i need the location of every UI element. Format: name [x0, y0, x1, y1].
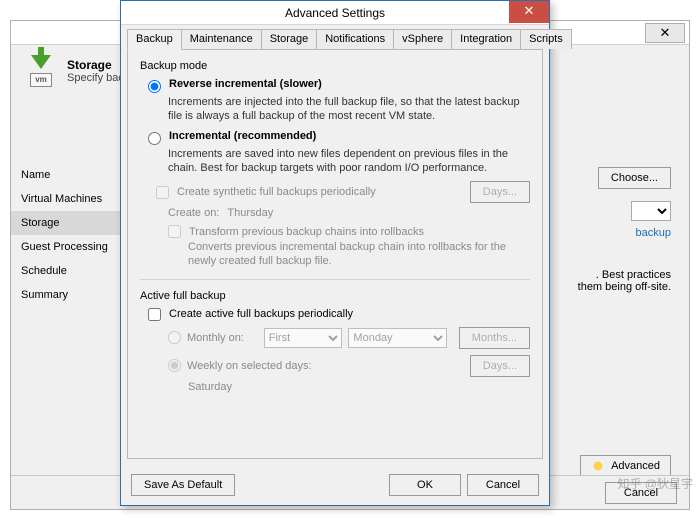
dialog-titlebar: Advanced Settings ✕ [121, 1, 549, 25]
weekly-days-button: Days... [470, 355, 530, 377]
group-backup-mode: Backup mode Reverse incremental (slower)… [140, 60, 530, 269]
transform-label: Transform previous backup chains into ro… [189, 226, 424, 238]
radio-incremental[interactable] [148, 132, 161, 145]
advanced-settings-dialog: Advanced Settings ✕ Backup Maintenance S… [120, 0, 550, 506]
save-as-default-button[interactable]: Save As Default [131, 474, 235, 496]
dialog-footer: Save As Default OK Cancel [121, 465, 549, 505]
tab-maintenance[interactable]: Maintenance [181, 29, 262, 49]
dialog-title: Advanced Settings [121, 6, 549, 20]
monthly-day-select: Monday [348, 328, 446, 348]
tab-integration[interactable]: Integration [451, 29, 521, 49]
retention-select[interactable] [631, 201, 671, 221]
wizard-cancel-button[interactable]: Cancel [605, 482, 677, 504]
monthly-ordinal-select: First [264, 328, 343, 348]
ok-button[interactable]: OK [389, 474, 461, 496]
checkbox-active-full[interactable] [148, 308, 161, 321]
create-on-value: Thursday [227, 207, 273, 219]
radio-reverse-incremental[interactable] [148, 80, 161, 93]
radio-weekly [168, 359, 181, 372]
active-full-label: Create active full backups periodically [169, 308, 353, 320]
checkbox-transform [168, 225, 181, 238]
tab-scripts[interactable]: Scripts [520, 29, 572, 49]
radio-reverse-label: Reverse incremental (slower) [169, 78, 322, 90]
tab-strip: Backup Maintenance Storage Notifications… [121, 25, 549, 49]
choose-button[interactable]: Choose... [598, 167, 671, 189]
radio-incremental-label: Incremental (recommended) [169, 130, 316, 142]
tab-storage[interactable]: Storage [261, 29, 318, 49]
cancel-button[interactable]: Cancel [467, 474, 539, 496]
checkbox-synthetic [156, 186, 169, 199]
tab-vsphere[interactable]: vSphere [393, 29, 452, 49]
gear-icon [591, 459, 605, 473]
advanced-button[interactable]: Advanced [580, 455, 671, 477]
tab-backup[interactable]: Backup [127, 29, 182, 50]
reverse-desc: Increments are injected into the full ba… [168, 95, 530, 124]
tab-body: Backup mode Reverse incremental (slower)… [127, 49, 543, 459]
backup-link[interactable]: backup [636, 227, 671, 239]
synthetic-label: Create synthetic full backups periodical… [177, 186, 376, 198]
incremental-desc: Increments are saved into new files depe… [168, 147, 530, 176]
monthly-label: Monthly on: [187, 332, 258, 344]
transform-desc: Converts previous incremental backup cha… [188, 240, 530, 269]
divider [140, 279, 530, 280]
close-button[interactable]: ✕ [509, 1, 549, 23]
synthetic-days-button: Days... [470, 181, 530, 203]
weekly-selected-day: Saturday [188, 381, 232, 393]
create-on-label: Create on: [168, 207, 219, 219]
weekly-label: Weekly on selected days: [187, 360, 312, 372]
storage-icon: vm [25, 55, 57, 87]
wizard-close-button[interactable]: ✕ [645, 23, 685, 43]
radio-monthly [168, 331, 181, 344]
active-full-title: Active full backup [140, 290, 530, 302]
backup-mode-title: Backup mode [140, 60, 530, 72]
group-active-full: Active full backup Create active full ba… [140, 290, 530, 393]
months-button: Months... [459, 327, 530, 349]
tab-notifications[interactable]: Notifications [316, 29, 394, 49]
